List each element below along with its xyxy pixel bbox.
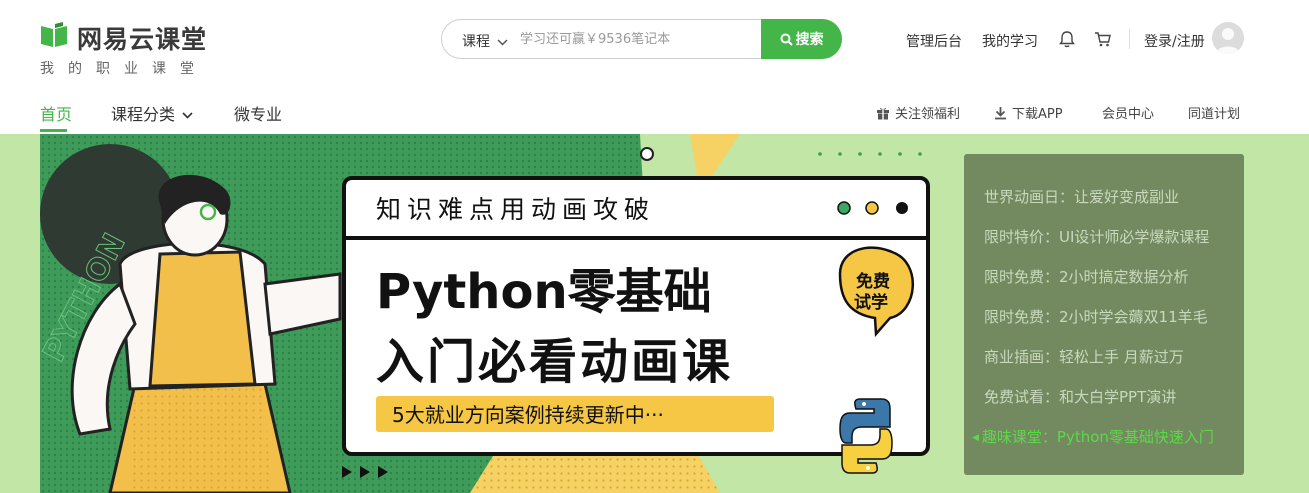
follow-for-benefits-link[interactable]: 关注领福利 [876,103,960,122]
brand-slogan: 我的职业课堂 [40,61,208,77]
window-dot-yellow [865,201,879,215]
window-dot-green [837,201,851,215]
promo-link-1[interactable]: 世界动画日：让爱好变成副业 [984,186,1179,207]
bell-icon[interactable] [1057,29,1077,49]
download-icon [995,106,1006,119]
login-register-link[interactable]: 登录/注册 [1144,31,1205,51]
search-input[interactable] [520,28,760,50]
nav-micro-major[interactable]: 微专业 [234,101,282,125]
promo-link-2[interactable]: 限时特价：UI设计师必学爆款课程 [984,226,1209,247]
promo-link-5[interactable]: 商业插画：轻松上手 月薪过万 [984,346,1184,367]
my-learning-link[interactable]: 我的学习 [982,31,1038,51]
cart-icon[interactable] [1093,29,1113,49]
member-center-link[interactable]: 会员中心 [1102,103,1154,122]
banner-headline-line2: 入门必看动画课 [376,334,733,390]
brand-name: 网易云课堂 [77,25,208,54]
banner-tagline: 5大就业方向案例持续更新中··· [392,403,664,427]
gift-icon [877,107,889,119]
banner-artwork[interactable]: PYTHON PYTHON 知识难点用动画攻破 Python零基础 入门必看动画… [40,134,940,493]
user-silhouette-icon [1216,28,1240,54]
nav-active-indicator [40,129,67,132]
promo-link-4[interactable]: 限时免费：2小时学会薅双11羊毛 [984,306,1208,327]
search-button-label: 搜索 [795,32,824,48]
free-trial-line1: 免费 [856,271,890,292]
promo-link-7-active[interactable]: 趣味课堂：Python零基础快速入门 [972,426,1214,447]
course-card: 知识难点用动画攻破 Python零基础 入门必看动画课 5大就业方向案例持续更新… [342,176,930,474]
download-app-link[interactable]: 下载APP [994,103,1063,122]
search-category-label: 课程 [462,34,490,50]
nav-course-categories-label: 课程分类 [111,105,176,124]
promo-link-3[interactable]: 限时免费：2小时搞定数据分析 [984,266,1189,287]
chevron-down-icon [182,112,193,119]
follow-for-benefits-label: 关注领福利 [895,107,961,122]
search-box: 课程 搜索 [441,19,842,59]
free-trial-line2: 试学 [854,292,888,313]
banner-headline-line1: Python零基础 [376,264,712,320]
chevron-down-icon [497,38,508,46]
search-category-select[interactable]: 课程 [462,31,508,51]
hero-banner: PYTHON PYTHON 知识难点用动画攻破 Python零基础 入门必看动画… [0,134,1309,493]
promo-list-panel: 世界动画日：让爱好变成副业 限时特价：UI设计师必学爆款课程 限时免费：2小时搞… [964,154,1244,475]
logo-book-icon [41,22,67,47]
nav-course-categories[interactable]: 课程分类 [111,101,193,125]
search-icon [780,33,793,46]
download-app-label: 下载APP [1012,107,1063,122]
header-divider [1129,29,1130,49]
nav-home[interactable]: 首页 [40,101,72,125]
search-button[interactable]: 搜索 [761,19,842,59]
avatar[interactable] [1212,22,1244,54]
promo-link-6[interactable]: 免费试看：和大白学PPT演讲 [984,386,1176,407]
admin-link[interactable]: 管理后台 [906,31,962,51]
main-nav: 首页 课程分类 微专业 关注领福利 下载APP 会员中心 同道计划 [0,88,1309,134]
window-dot-black [896,202,908,214]
banner-window-title: 知识难点用动画攻破 [376,195,655,224]
top-header: 网易云课堂 我的职业课堂 课程 搜索 管理后台 我的学习 登录/注册 [0,0,1309,88]
companion-plan-link[interactable]: 同道计划 [1188,103,1240,122]
